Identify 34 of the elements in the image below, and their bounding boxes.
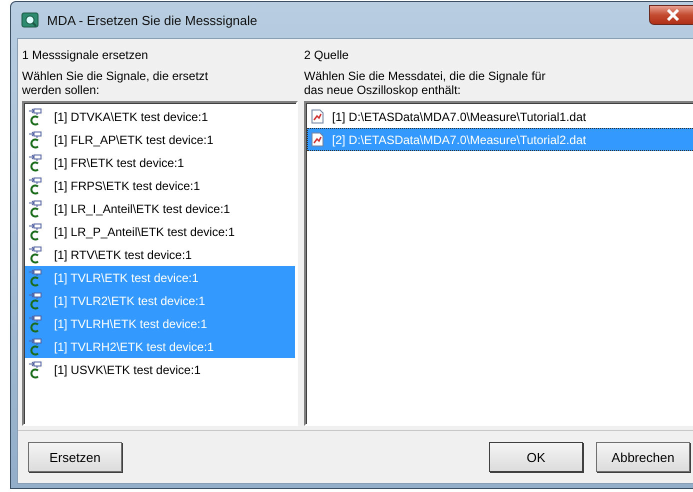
signal-icon xyxy=(28,222,44,240)
signal-icon xyxy=(28,338,44,356)
signal-item[interactable]: [1] FRPS\ETK test device:1 xyxy=(25,174,295,197)
signal-icon xyxy=(28,292,44,310)
section-heading: 1 Messsignale ersetzen xyxy=(22,47,150,64)
signal-item[interactable]: [1] DTVKA\ETK test device:1 xyxy=(25,105,295,128)
signal-item[interactable]: [1] USVK\ETK test device:1 xyxy=(25,358,295,381)
signal-item[interactable]: [1] FLR_AP\ETK test device:1 xyxy=(25,128,295,151)
signal-icon xyxy=(28,268,44,286)
signal-item[interactable]: [1] FR\ETK test device:1 xyxy=(25,151,295,174)
signal-item[interactable]: [1] LR_P_Anteil\ETK test device:1 xyxy=(25,220,295,243)
instruction-text: Wählen Sie die Messdatei, die die Signale für das neue Oszilloskop enthält: xyxy=(304,68,546,99)
signal-icon xyxy=(28,314,44,332)
signal-item[interactable]: [1] LR_I_Anteil\ETK test device:1 xyxy=(25,197,295,220)
cancel-button[interactable]: Abbrechen xyxy=(596,442,690,472)
file-icon xyxy=(311,132,324,147)
file-icon xyxy=(311,109,324,124)
signal-icon xyxy=(28,200,44,218)
window-title: MDA - Ersetzen Sie die Messsignale xyxy=(47,12,258,28)
instruction-text: Wählen Sie die Signale, die ersetzt werden sollen: xyxy=(22,68,210,99)
ok-button[interactable]: OK xyxy=(489,442,583,472)
signal-icon xyxy=(28,108,44,126)
signal-icon xyxy=(28,176,44,194)
signal-item[interactable]: [1] RTV\ETK test device:1 xyxy=(25,243,295,266)
close-icon xyxy=(666,9,680,21)
app-icon xyxy=(21,12,39,28)
replace-button[interactable]: Ersetzen xyxy=(28,442,122,472)
close-button[interactable] xyxy=(649,5,693,25)
file-item[interactable]: [1] D:\ETASData\MDA7.0\Measure\Tutorial1.dat xyxy=(307,105,693,128)
section-heading: 2 Quelle xyxy=(304,47,350,64)
signal-icon xyxy=(28,246,44,264)
signal-icon xyxy=(28,154,44,172)
signal-icon xyxy=(28,130,44,148)
signal-icon xyxy=(28,360,44,378)
